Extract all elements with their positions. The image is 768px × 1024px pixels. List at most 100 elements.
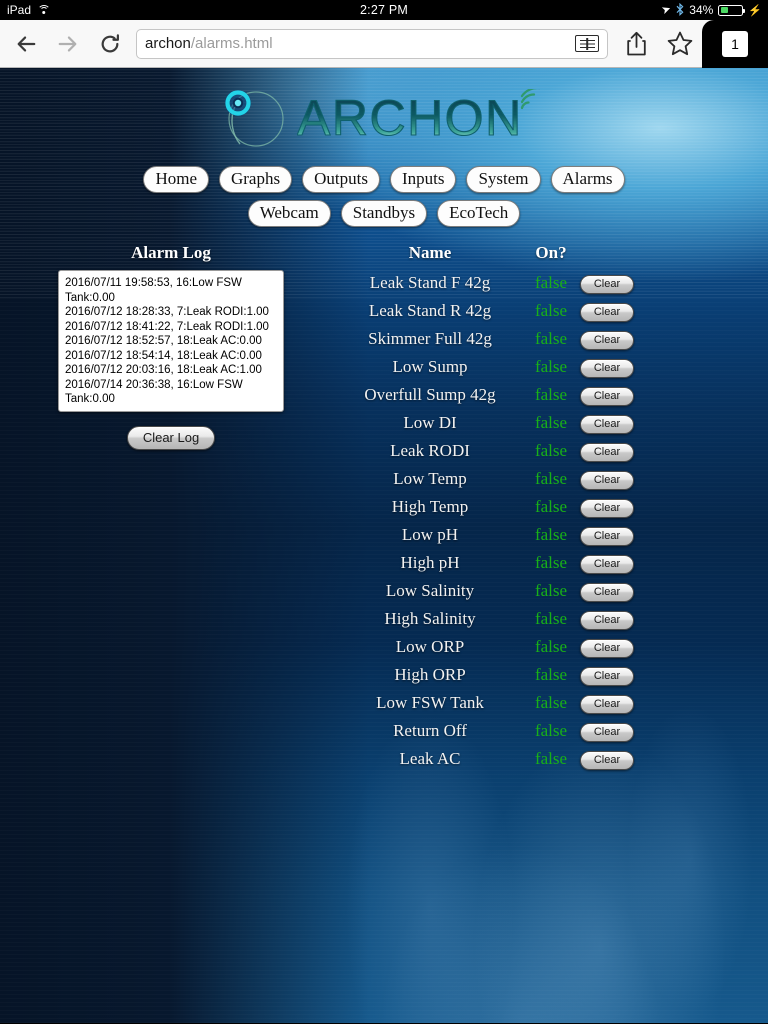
alarm-name: Low Salinity xyxy=(338,577,522,605)
alarm-state: false xyxy=(522,353,580,381)
clear-alarm-button[interactable]: Clear xyxy=(580,443,634,462)
archon-circle-logo-icon xyxy=(219,85,289,151)
navigation-buttons xyxy=(0,24,130,64)
log-entry: 2016/07/12 18:28:33, 7:Leak RODI:1.00 xyxy=(65,305,277,320)
back-button[interactable] xyxy=(6,24,46,64)
status-bar-clock: 2:27 PM xyxy=(0,3,768,17)
archon-wordmark: ARCHON xyxy=(297,89,549,147)
nav-item-inputs[interactable]: Inputs xyxy=(390,166,457,193)
nav-item-system[interactable]: System xyxy=(466,166,540,193)
table-row: Leak Stand F 42g false Clear xyxy=(338,269,650,297)
log-entry: 2016/07/14 20:36:38, 16:Low FSW Tank:0.0… xyxy=(65,378,277,407)
table-row: Low DI false Clear xyxy=(338,409,650,437)
safari-toolbar: archon/alarms.html 1 xyxy=(0,20,768,68)
clear-alarm-button[interactable]: Clear xyxy=(580,555,634,574)
nav-item-webcam[interactable]: Webcam xyxy=(248,200,331,227)
nav-item-home[interactable]: Home xyxy=(143,166,209,193)
table-row: High ORP false Clear xyxy=(338,661,650,689)
nav-item-ecotech[interactable]: EcoTech xyxy=(437,200,520,227)
url-host: archon xyxy=(145,35,191,52)
table-row: Low ORP false Clear xyxy=(338,633,650,661)
nav-item-standbys[interactable]: Standbys xyxy=(341,200,427,227)
alarm-table: Name On? Leak Stand F 42g false Clear Le… xyxy=(338,243,650,773)
forward-button[interactable] xyxy=(48,24,88,64)
alarm-state: false xyxy=(522,409,580,437)
clear-alarm-button[interactable]: Clear xyxy=(580,583,634,602)
clear-alarm-button[interactable]: Clear xyxy=(580,723,634,742)
clear-alarm-button[interactable]: Clear xyxy=(580,275,634,294)
tabs-button[interactable]: 1 xyxy=(702,20,768,68)
clear-alarm-button[interactable]: Clear xyxy=(580,387,634,406)
wifi-signal-icon xyxy=(522,89,540,108)
table-row: Low Salinity false Clear xyxy=(338,577,650,605)
alarm-name: Low pH xyxy=(338,521,522,549)
log-entry: 2016/07/12 18:41:22, 7:Leak RODI:1.00 xyxy=(65,320,277,335)
alarm-state: false xyxy=(522,437,580,465)
alarm-name: Leak AC xyxy=(338,745,522,773)
web-page-content: ARCHON Home Graphs Outputs Inputs System… xyxy=(0,68,768,1023)
alarm-state: false xyxy=(522,381,580,409)
clear-alarm-button[interactable]: Clear xyxy=(580,471,634,490)
bookmark-button[interactable] xyxy=(658,21,702,67)
clear-alarm-button[interactable]: Clear xyxy=(580,695,634,714)
nav-item-alarms[interactable]: Alarms xyxy=(551,166,625,193)
table-row: Low pH false Clear xyxy=(338,521,650,549)
clear-alarm-button[interactable]: Clear xyxy=(580,639,634,658)
nav-item-graphs[interactable]: Graphs xyxy=(219,166,292,193)
alarm-name: Low DI xyxy=(338,409,522,437)
clear-alarm-button[interactable]: Clear xyxy=(580,415,634,434)
share-button[interactable] xyxy=(614,21,658,67)
alarm-state: false xyxy=(522,577,580,605)
clear-alarm-button[interactable]: Clear xyxy=(580,331,634,350)
alarm-state: false xyxy=(522,521,580,549)
alarm-log-title: Alarm Log xyxy=(22,243,320,263)
main-navigation: Home Graphs Outputs Inputs System Alarms… xyxy=(0,158,768,227)
log-entry: 2016/07/12 20:03:16, 18:Leak AC:1.00 xyxy=(65,363,277,378)
page-body: Alarm Log 2016/07/11 19:58:53, 16:Low FS… xyxy=(0,227,768,773)
alarm-name: Low Temp xyxy=(338,465,522,493)
log-entry: 2016/07/12 18:52:57, 18:Leak AC:0.00 xyxy=(65,334,277,349)
clear-alarm-button[interactable]: Clear xyxy=(580,667,634,686)
table-row: Low Sump false Clear xyxy=(338,353,650,381)
ios-status-bar: iPad 2:27 PM ➤ 34% ⚡ xyxy=(0,0,768,20)
clear-alarm-button[interactable]: Clear xyxy=(580,303,634,322)
reload-button[interactable] xyxy=(90,24,130,64)
table-row: Skimmer Full 42g false Clear xyxy=(338,325,650,353)
alarm-state: false xyxy=(522,297,580,325)
alarm-state: false xyxy=(522,269,580,297)
clear-log-button[interactable]: Clear Log xyxy=(127,426,215,450)
table-row: Overfull Sump 42g false Clear xyxy=(338,381,650,409)
clear-alarm-button[interactable]: Clear xyxy=(580,751,634,770)
clear-alarm-button[interactable]: Clear xyxy=(580,527,634,546)
table-row: Low Temp false Clear xyxy=(338,465,650,493)
clear-alarm-button[interactable]: Clear xyxy=(580,359,634,378)
nav-item-outputs[interactable]: Outputs xyxy=(302,166,380,193)
alarm-log-textarea[interactable]: 2016/07/11 19:58:53, 16:Low FSW Tank:0.0… xyxy=(58,270,284,412)
column-header-name: Name xyxy=(338,243,522,269)
alarm-state: false xyxy=(522,325,580,353)
battery-icon xyxy=(718,5,743,16)
alarm-state: false xyxy=(522,633,580,661)
alarm-table-body: Leak Stand F 42g false Clear Leak Stand … xyxy=(338,269,650,773)
alarm-name: Low FSW Tank xyxy=(338,689,522,717)
log-entry: 2016/07/11 19:58:53, 16:Low FSW Tank:0.0… xyxy=(65,276,277,305)
alarm-state: false xyxy=(522,689,580,717)
alarm-name: Low Sump xyxy=(338,353,522,381)
alarm-state: false xyxy=(522,549,580,577)
table-row: Low FSW Tank false Clear xyxy=(338,689,650,717)
alarm-name: Leak Stand F 42g xyxy=(338,269,522,297)
table-row: High Temp false Clear xyxy=(338,493,650,521)
forward-arrow-icon xyxy=(57,33,79,55)
clear-alarm-button[interactable]: Clear xyxy=(580,611,634,630)
alarm-name: High ORP xyxy=(338,661,522,689)
alarm-name: Skimmer Full 42g xyxy=(338,325,522,353)
back-arrow-icon xyxy=(15,33,37,55)
clear-alarm-button[interactable]: Clear xyxy=(580,499,634,518)
reader-view-icon[interactable] xyxy=(575,35,599,52)
tab-count-badge: 1 xyxy=(722,31,748,57)
address-bar[interactable]: archon/alarms.html xyxy=(136,29,608,59)
alarm-name: Leak RODI xyxy=(338,437,522,465)
address-bar-container: archon/alarms.html xyxy=(130,29,614,59)
table-row: Leak AC false Clear xyxy=(338,745,650,773)
alarm-name: Leak Stand R 42g xyxy=(338,297,522,325)
